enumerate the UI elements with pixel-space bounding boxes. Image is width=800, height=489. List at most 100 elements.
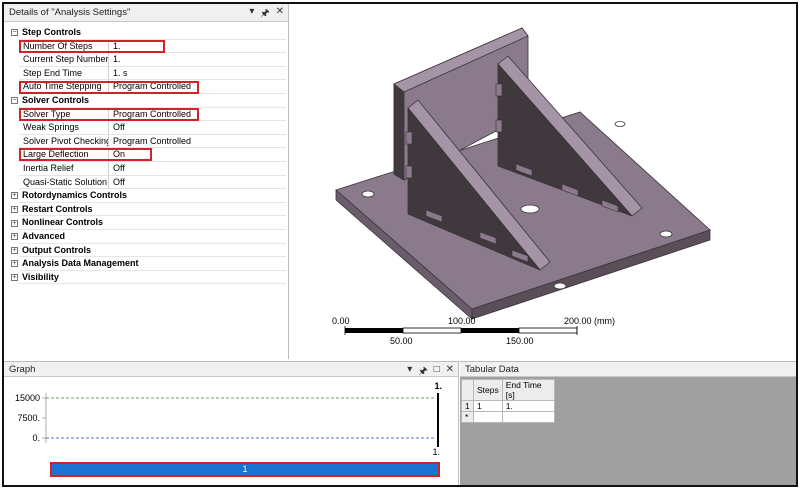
y-tick-7500: 7500. [17, 413, 40, 423]
group-label: Advanced [19, 230, 286, 244]
property-inertia-relief[interactable]: Inertia Relief Off [10, 161, 286, 176]
cell-steps[interactable]: 1 [473, 400, 503, 412]
center-hole [520, 204, 540, 214]
tabular-data-panel: Tabular Data Steps End Time [s] 1 1 1. * [460, 361, 796, 485]
property-number-of-steps[interactable]: Number Of Steps 1. [10, 39, 286, 54]
group-output-controls[interactable]: + Output Controls [10, 244, 286, 258]
group-label: Rotordynamics Controls [19, 189, 286, 203]
expand-icon[interactable]: + [10, 189, 19, 203]
details-title-bar: Details of "Analysis Settings" ▾ 🖈︎ ✕ [4, 4, 288, 22]
expand-icon[interactable]: + [10, 203, 19, 217]
dropdown-icon[interactable]: ▾ [249, 6, 254, 23]
property-label: Auto Time Stepping [19, 80, 109, 94]
property-value[interactable]: Off [109, 162, 286, 176]
property-value[interactable]: Program Controlled [109, 80, 286, 94]
expand-icon[interactable]: + [10, 230, 19, 244]
scale-label-150: 150.00 [506, 336, 534, 346]
tabular-table[interactable]: Steps End Time [s] 1 1 1. * [461, 379, 555, 423]
step-bar[interactable]: 1 [50, 462, 440, 477]
property-value[interactable]: 1. s [109, 67, 286, 81]
property-value[interactable]: Program Controlled [109, 135, 286, 149]
cell-steps[interactable] [473, 411, 503, 423]
graph-bottom-right-label: 1. [432, 447, 440, 457]
expand-icon[interactable]: + [10, 244, 19, 258]
property-label: Current Step Number [19, 53, 109, 67]
3d-viewport[interactable]: - 0.00 100.00 200.00 (mm) 50.00 150.00 [290, 4, 796, 359]
property-label: Weak Springs [19, 121, 109, 135]
property-value[interactable]: 1. [109, 53, 286, 67]
group-nonlinear-controls[interactable]: + Nonlinear Controls [10, 216, 286, 230]
cell-end-time[interactable]: 1. [501, 400, 555, 412]
property-value[interactable]: 1. [109, 40, 286, 54]
property-label: Number Of Steps [19, 39, 109, 54]
table-row[interactable]: 1 1 1. [461, 400, 555, 412]
property-label: Step End Time [19, 66, 109, 81]
property-label: Large Deflection [19, 148, 109, 162]
scale-label-0: 0.00 [332, 316, 350, 326]
scale-bar [344, 326, 578, 335]
collapse-icon[interactable]: − [10, 94, 19, 108]
group-label: Output Controls [19, 244, 286, 258]
group-rotordynamics-controls[interactable]: + Rotordynamics Controls [10, 189, 286, 203]
y-tick-15000: 15000 [15, 393, 40, 403]
hole [553, 282, 567, 290]
expand-icon[interactable]: + [10, 271, 19, 285]
hole [614, 121, 626, 127]
property-large-deflection[interactable]: Large Deflection On [10, 148, 286, 162]
property-step-end-time[interactable]: Step End Time 1. s [10, 66, 286, 81]
collapse-icon[interactable]: − [10, 26, 19, 40]
group-analysis-data-management[interactable]: + Analysis Data Management [10, 257, 286, 271]
hole [659, 230, 673, 238]
details-panel: Details of "Analysis Settings" ▾ 🖈︎ ✕ − S… [4, 4, 289, 359]
property-auto-time-stepping[interactable]: Auto Time Stepping Program Controlled [10, 80, 286, 94]
corner-cell [461, 379, 474, 401]
expand-icon[interactable]: + [10, 257, 19, 271]
cell-end-time[interactable] [501, 411, 555, 423]
group-restart-controls[interactable]: + Restart Controls [10, 203, 286, 217]
tabular-title-bar: Tabular Data [460, 362, 796, 377]
property-current-step-number[interactable]: Current Step Number 1. [10, 53, 286, 67]
scale-label-200: 200.00 (mm) [564, 316, 615, 326]
expand-icon[interactable]: + [10, 216, 19, 230]
group-advanced[interactable]: + Advanced [10, 230, 286, 244]
ansys-window: Details of "Analysis Settings" ▾ 🖈︎ ✕ − S… [2, 2, 798, 487]
group-label: Analysis Data Management [19, 257, 286, 271]
property-label: Inertia Relief [19, 161, 109, 176]
tabular-title: Tabular Data [465, 363, 519, 375]
model-view: - 0.00 100.00 200.00 (mm) 50.00 150.00 [332, 27, 711, 346]
row-header: 1 [461, 400, 474, 412]
pin-icon[interactable]: 🖈︎ [260, 6, 269, 23]
property-weak-springs[interactable]: Weak Springs Off [10, 121, 286, 135]
col-header-steps: Steps [473, 379, 503, 401]
svg-text:-: - [402, 124, 405, 134]
col-header-end-time: End Time [s] [501, 379, 555, 401]
group-solver-controls[interactable]: − Solver Controls [10, 94, 286, 108]
close-icon[interactable]: ✕ [276, 6, 284, 23]
property-value[interactable]: Off [109, 121, 286, 135]
table-row[interactable]: * [461, 411, 555, 423]
property-value[interactable]: On [109, 148, 286, 162]
graph-title: Graph [9, 363, 36, 375]
details-title: Details of "Analysis Settings" [9, 7, 131, 18]
scale-label-100: 100.00 [448, 316, 476, 326]
row-header: * [461, 411, 474, 423]
group-visibility[interactable]: + Visibility [10, 271, 286, 285]
property-value[interactable]: Program Controlled [109, 108, 286, 122]
property-label: Solver Pivot Checking [19, 134, 109, 149]
property-solver-type[interactable]: Solver Type Program Controlled [10, 107, 286, 122]
group-label: Step Controls [19, 26, 286, 40]
property-value[interactable]: Off [109, 176, 286, 190]
property-quasi-static-solution[interactable]: Quasi-Static Solution Off [10, 175, 286, 190]
group-label: Nonlinear Controls [19, 216, 286, 230]
property-label: Quasi-Static Solution [19, 175, 109, 190]
group-label: Solver Controls [19, 94, 286, 108]
graph-panel: Graph ▾ 🖈︎ □ ✕ 15000 7500. 0. 1. 1. 1 [4, 361, 459, 485]
graph-title-bar: Graph ▾ 🖈︎ □ ✕ [4, 362, 458, 377]
group-label: Visibility [19, 271, 286, 285]
y-tick-0: 0. [32, 433, 40, 443]
hole [361, 190, 375, 198]
property-solver-pivot-checking[interactable]: Solver Pivot Checking Program Controlled [10, 134, 286, 149]
group-step-controls[interactable]: − Step Controls [10, 26, 286, 40]
details-tree: − Step Controls Number Of Steps 1. Current S… [10, 26, 286, 285]
graph-top-right-label: 1. [434, 381, 442, 391]
